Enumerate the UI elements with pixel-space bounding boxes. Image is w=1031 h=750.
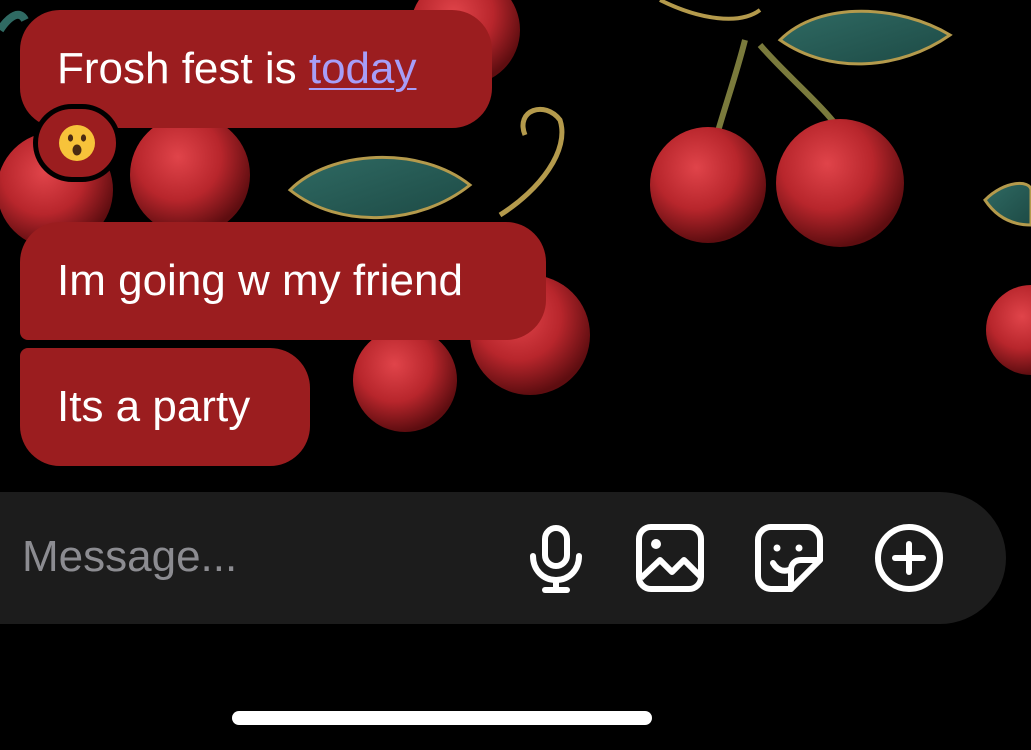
message-input[interactable] <box>22 521 502 593</box>
image-icon <box>636 524 704 592</box>
plus-circle-icon <box>875 524 943 592</box>
message-text: Frosh fest is <box>57 44 309 93</box>
message-text: Its a party <box>57 382 251 431</box>
message-reaction[interactable] <box>33 104 121 182</box>
message-text: Im going w my friend <box>57 256 463 305</box>
microphone-icon <box>530 525 582 593</box>
sticker-icon <box>755 524 823 592</box>
gallery-button[interactable] <box>632 520 708 596</box>
hushed-face-emoji-icon <box>59 125 95 161</box>
message-composer <box>0 492 1006 624</box>
home-indicator[interactable] <box>232 711 652 725</box>
voice-message-button[interactable] <box>518 520 594 596</box>
more-options-button[interactable] <box>871 520 947 596</box>
sticker-button[interactable] <box>751 520 827 596</box>
message-link[interactable]: today <box>309 44 417 93</box>
message-bubble[interactable]: Im going w my friend <box>20 222 546 340</box>
message-bubble[interactable]: Its a party <box>20 348 310 466</box>
